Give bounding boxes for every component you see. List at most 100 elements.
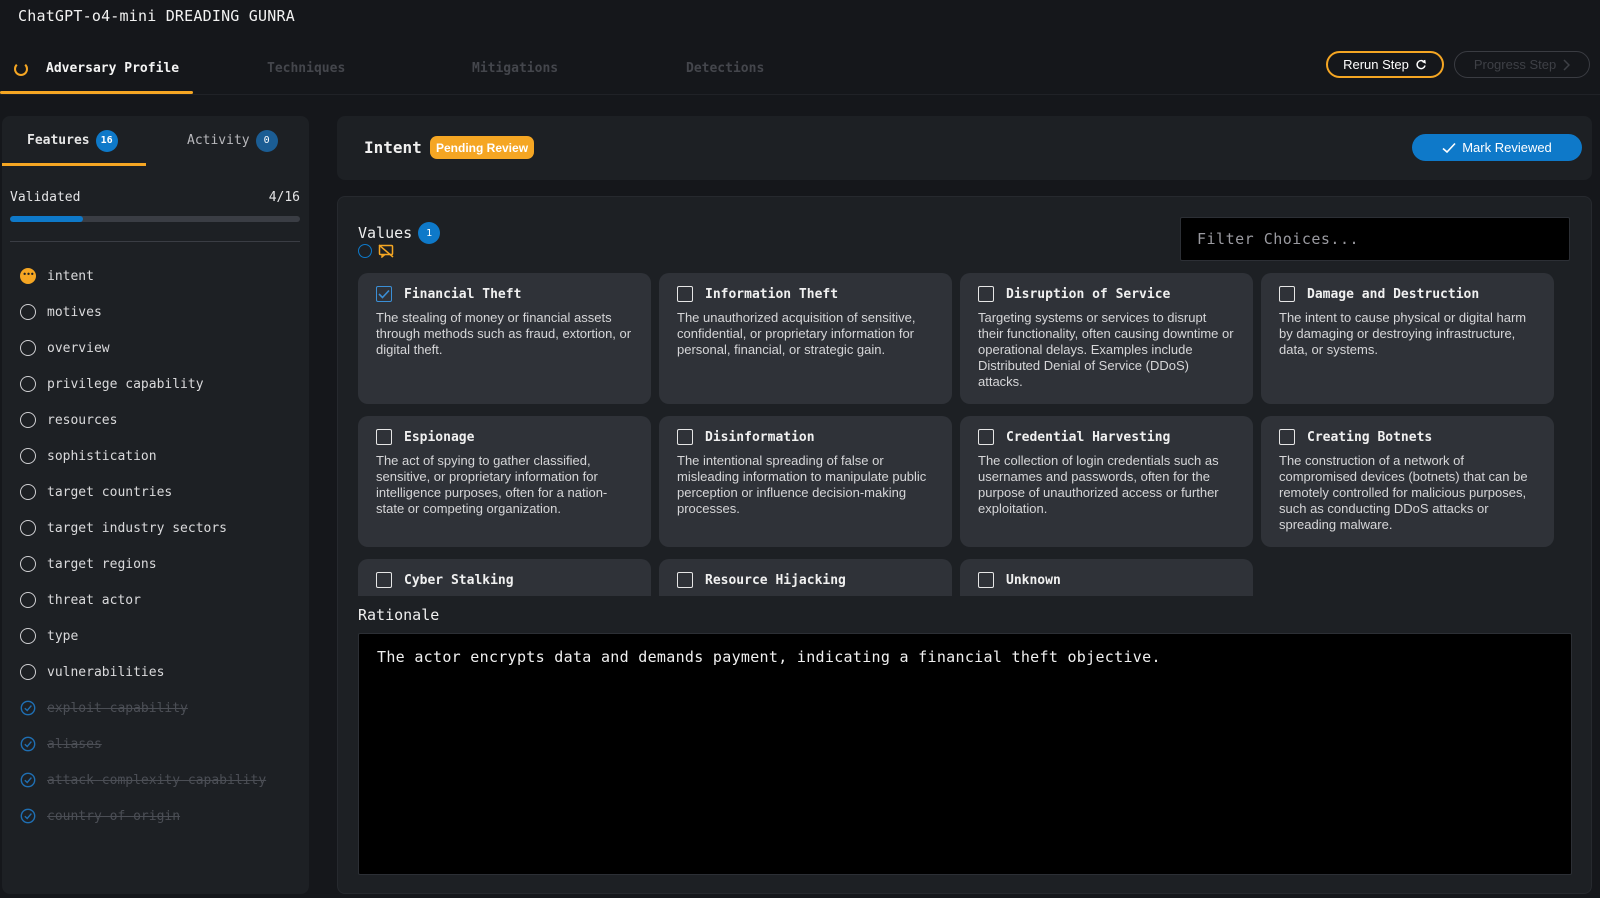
sidebar-item-label: resources	[47, 412, 118, 428]
sidebar-item-label: intent	[47, 268, 94, 284]
sidebar-item-motives[interactable]: motives	[20, 294, 300, 330]
radio-icon	[20, 664, 36, 680]
sidebar-item-threat-actor[interactable]: threat actor	[20, 582, 300, 618]
sidebar-item-country-of-origin[interactable]: country of origin	[20, 798, 300, 834]
tab-label: Techniques	[267, 61, 346, 76]
filter-choices-input[interactable]	[1180, 217, 1570, 261]
checkbox-icon[interactable]	[978, 429, 994, 445]
sidebar-item-exploit-capability[interactable]: exploit capability	[20, 690, 300, 726]
choice-card-header: Cyber Stalking	[376, 572, 633, 588]
sidebar-item-label: vulnerabilities	[47, 664, 165, 680]
checkmark-icon	[1442, 142, 1456, 153]
tab-adversary-profile[interactable]: Adversary Profile	[0, 44, 193, 94]
choice-title: Disinformation	[705, 429, 815, 445]
choice-card-cyber-stalking[interactable]: Cyber Stalking	[358, 559, 651, 596]
choice-description: The intent to cause physical or digital …	[1279, 310, 1527, 357]
choice-card-header: Credential Harvesting	[978, 429, 1235, 445]
tab-activity[interactable]: Activity 0	[187, 116, 278, 165]
rerun-step-label: Rerun Step	[1343, 57, 1409, 72]
choice-card-disinformation[interactable]: Disinformation The intentional spreading …	[659, 416, 952, 547]
checkbox-icon[interactable]	[677, 286, 693, 302]
checkbox-icon[interactable]	[376, 429, 392, 445]
choice-title: Creating Botnets	[1307, 429, 1433, 445]
checkbox-checked-icon[interactable]	[376, 286, 392, 302]
checkbox-icon[interactable]	[1279, 286, 1295, 302]
sidebar-item-privilege-capability[interactable]: privilege capability	[20, 366, 300, 402]
choice-card-information-theft[interactable]: Information Theft The unauthorized acquis…	[659, 273, 952, 404]
rerun-step-button[interactable]: Rerun Step	[1326, 51, 1444, 78]
choice-card-header: Unknown	[978, 572, 1235, 588]
choice-card-header: Creating Botnets	[1279, 429, 1536, 445]
mark-reviewed-button[interactable]: Mark Reviewed	[1412, 134, 1582, 161]
sidebar-item-label: exploit capability	[47, 700, 188, 716]
radio-icon	[20, 556, 36, 572]
activity-count-badge: 0	[255, 129, 278, 152]
tab-label: Adversary Profile	[46, 61, 180, 76]
hide-comment-icon[interactable]	[378, 244, 394, 258]
sidebar-item-vulnerabilities[interactable]: vulnerabilities	[20, 654, 300, 690]
choice-title: Financial Theft	[404, 286, 522, 302]
sidebar-item-overview[interactable]: overview	[20, 330, 300, 366]
choice-description: The construction of a network of comprom…	[1279, 453, 1528, 532]
tab-activity-label: Activity	[187, 133, 250, 148]
in-progress-icon	[20, 267, 36, 284]
radio-icon	[20, 448, 36, 464]
radio-icon	[20, 628, 36, 644]
checkbox-icon[interactable]	[978, 572, 994, 588]
intent-header: Intent Pending Review Mark Reviewed	[337, 116, 1592, 180]
sidebar-item-resources[interactable]: resources	[20, 402, 300, 438]
values-count-badge: 1	[418, 222, 441, 244]
top-tab-bar: Adversary Profile Techniques Mitigations…	[0, 44, 900, 94]
checkbox-icon[interactable]	[677, 429, 693, 445]
choice-description: The collection of login credentials such…	[978, 453, 1219, 516]
progress-step-button[interactable]: Progress Step	[1454, 51, 1590, 78]
sidebar-item-target-industry-sectors[interactable]: target industry sectors	[20, 510, 300, 546]
sidebar-item-label: target regions	[47, 556, 157, 572]
choice-card-header: Damage and Destruction	[1279, 286, 1536, 302]
sidebar-item-target-regions[interactable]: target regions	[20, 546, 300, 582]
radio-icon	[20, 484, 36, 500]
tab-mitigations[interactable]: Mitigations	[472, 44, 558, 93]
choice-title: Credential Harvesting	[1006, 429, 1171, 445]
choice-card-damage-and-destruction[interactable]: Damage and Destruction The intent to caus…	[1261, 273, 1554, 404]
choice-card-credential-harvesting[interactable]: Credential Harvesting The collection of l…	[960, 416, 1253, 547]
sidebar-item-attack-complexity-capability[interactable]: attack complexity capability	[20, 762, 300, 798]
radio-icon[interactable]	[358, 244, 372, 258]
radio-icon	[20, 340, 36, 356]
sidebar-item-intent[interactable]: intent	[20, 258, 300, 294]
choice-card-unknown[interactable]: Unknown	[960, 559, 1253, 596]
choice-card-header: Disruption of Service	[978, 286, 1235, 302]
sidebar-item-type[interactable]: type	[20, 618, 300, 654]
sidebar-item-target-countries[interactable]: target countries	[20, 474, 300, 510]
checkbox-icon[interactable]	[1279, 429, 1295, 445]
sidebar-item-label: target countries	[47, 484, 173, 500]
sidebar-item-label: threat actor	[47, 592, 141, 608]
choice-card-creating-botnets[interactable]: Creating Botnets The construction of a ne…	[1261, 416, 1554, 547]
choice-description: The unauthorized acquisition of sensitiv…	[677, 310, 916, 357]
checkbox-icon[interactable]	[978, 286, 994, 302]
choice-card-financial-theft[interactable]: Financial Theft The stealing of money or …	[358, 273, 651, 404]
tab-detections[interactable]: Detections	[686, 44, 764, 93]
tab-features-label: Features	[27, 133, 90, 148]
validation-progress-fill	[10, 216, 83, 222]
checkbox-icon[interactable]	[376, 572, 392, 588]
values-label: Values	[358, 224, 413, 242]
mark-reviewed-label: Mark Reviewed	[1462, 140, 1552, 155]
checkbox-icon[interactable]	[677, 572, 693, 588]
page-title: Intent	[364, 138, 422, 157]
choice-card-resource-hijacking[interactable]: Resource Hijacking	[659, 559, 952, 596]
radio-icon	[20, 520, 36, 536]
sidebar-item-sophistication[interactable]: sophistication	[20, 438, 300, 474]
rationale-textarea[interactable]: The actor encrypts data and demands paym…	[358, 633, 1572, 875]
radio-icon	[20, 412, 36, 428]
tab-label: Detections	[686, 61, 765, 76]
choice-card-espionage[interactable]: Espionage The act of spying to gather cla…	[358, 416, 651, 547]
tab-techniques[interactable]: Techniques	[267, 44, 345, 93]
choice-card-header: Espionage	[376, 429, 633, 445]
tab-features[interactable]: Features 16	[2, 116, 146, 166]
radio-icon	[20, 376, 36, 392]
sidebar-item-label: privilege capability	[47, 376, 204, 392]
choice-card-disruption-of-service[interactable]: Disruption of Service Targeting systems o…	[960, 273, 1253, 404]
sidebar-item-aliases[interactable]: aliases	[20, 726, 300, 762]
choice-card-header: Disinformation	[677, 429, 934, 445]
